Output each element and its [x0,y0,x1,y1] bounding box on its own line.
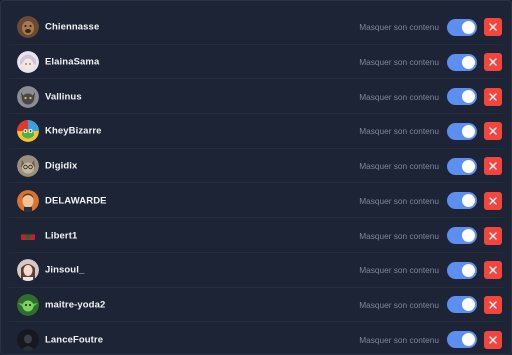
toggle-knob [462,263,475,277]
avatar [17,224,39,247]
hide-content-toggle[interactable] [447,261,477,279]
close-icon [489,197,497,205]
user-row: Vallinus Masquer son contenu [1,79,511,114]
toggle-knob [462,90,475,104]
remove-user-button[interactable] [484,191,502,210]
remove-user-button[interactable] [484,226,502,245]
hide-content-toggle[interactable] [447,122,477,140]
hide-content-toggle[interactable] [447,157,477,175]
username: Digidix [45,160,78,172]
toggle-knob [462,20,475,34]
hide-content-label: Masquer son contenu [359,334,439,345]
toggle-knob [462,298,475,312]
toggle-knob [462,229,475,243]
avatar [17,328,39,351]
close-icon [489,162,497,170]
toggle-knob [462,55,475,69]
hide-content-label: Masquer son contenu [359,299,439,310]
close-icon [489,23,497,32]
avatar [17,16,39,39]
hide-content-toggle[interactable] [447,88,477,106]
hide-content-toggle[interactable] [447,296,477,314]
user-row: Jinsoul_ Masquer son contenu [1,253,511,288]
hide-content-label: Masquer son contenu [359,22,439,33]
user-row: Chiennasse Masquer son contenu [1,10,511,45]
hide-content-toggle[interactable] [447,18,477,36]
hide-content-toggle[interactable] [447,53,477,71]
avatar [17,259,39,282]
hide-content-label: Masquer son contenu [359,265,439,276]
hide-content-toggle[interactable] [447,192,477,210]
user-row: maitre-yoda2 Masquer son contenu [1,288,511,323]
toggle-knob [462,194,475,208]
close-icon [489,266,497,274]
hide-content-label: Masquer son contenu [359,126,439,137]
user-row: Digidix Masquer son contenu [1,149,511,184]
remove-user-button[interactable] [484,122,502,141]
remove-user-button[interactable] [484,295,502,314]
avatar [17,120,39,143]
user-row: KheyBizarre Masquer son contenu [1,114,511,149]
username: Jinsoul_ [45,264,85,276]
blocked-users-panel: Chiennasse Masquer son contenu ElainaSam… [0,0,512,355]
remove-user-button[interactable] [484,157,502,176]
close-icon [489,335,497,344]
remove-user-button[interactable] [484,53,502,72]
close-icon [489,127,497,136]
hide-content-label: Masquer son contenu [359,91,439,102]
hide-content-label: Masquer son contenu [359,230,439,241]
close-icon [489,301,497,309]
username: DELAWARDE [45,195,107,207]
close-icon [489,93,497,101]
username: LanceFoutre [45,334,104,346]
hide-content-toggle[interactable] [447,331,477,349]
username: Vallinus [45,91,82,103]
toggle-knob [462,333,475,347]
remove-user-button[interactable] [484,87,502,106]
avatar [17,189,39,212]
user-row: LanceFoutre Masquer son contenu [1,322,511,354]
username: ElainaSama [45,56,100,68]
hide-content-label: Masquer son contenu [359,57,439,68]
user-row: ElainaSama Masquer son contenu [1,45,511,80]
avatar [17,85,39,108]
username: Libert1 [45,230,78,242]
remove-user-button[interactable] [484,330,502,349]
username: Chiennasse [45,21,100,33]
user-row: DELAWARDE Masquer son contenu [1,184,511,219]
avatar [17,293,39,316]
user-row: Libert1 Masquer son contenu [1,218,511,253]
username: maitre-yoda2 [45,299,106,311]
toggle-knob [462,159,475,173]
hide-content-label: Masquer son contenu [359,161,439,172]
hide-content-label: Masquer son contenu [359,195,439,206]
avatar [17,51,39,74]
username: KheyBizarre [45,125,102,137]
avatar [17,155,39,178]
toggle-knob [462,124,475,138]
close-icon [489,231,497,240]
close-icon [489,58,497,66]
remove-user-button[interactable] [484,261,502,280]
hide-content-toggle[interactable] [447,227,477,245]
remove-user-button[interactable] [484,18,502,37]
